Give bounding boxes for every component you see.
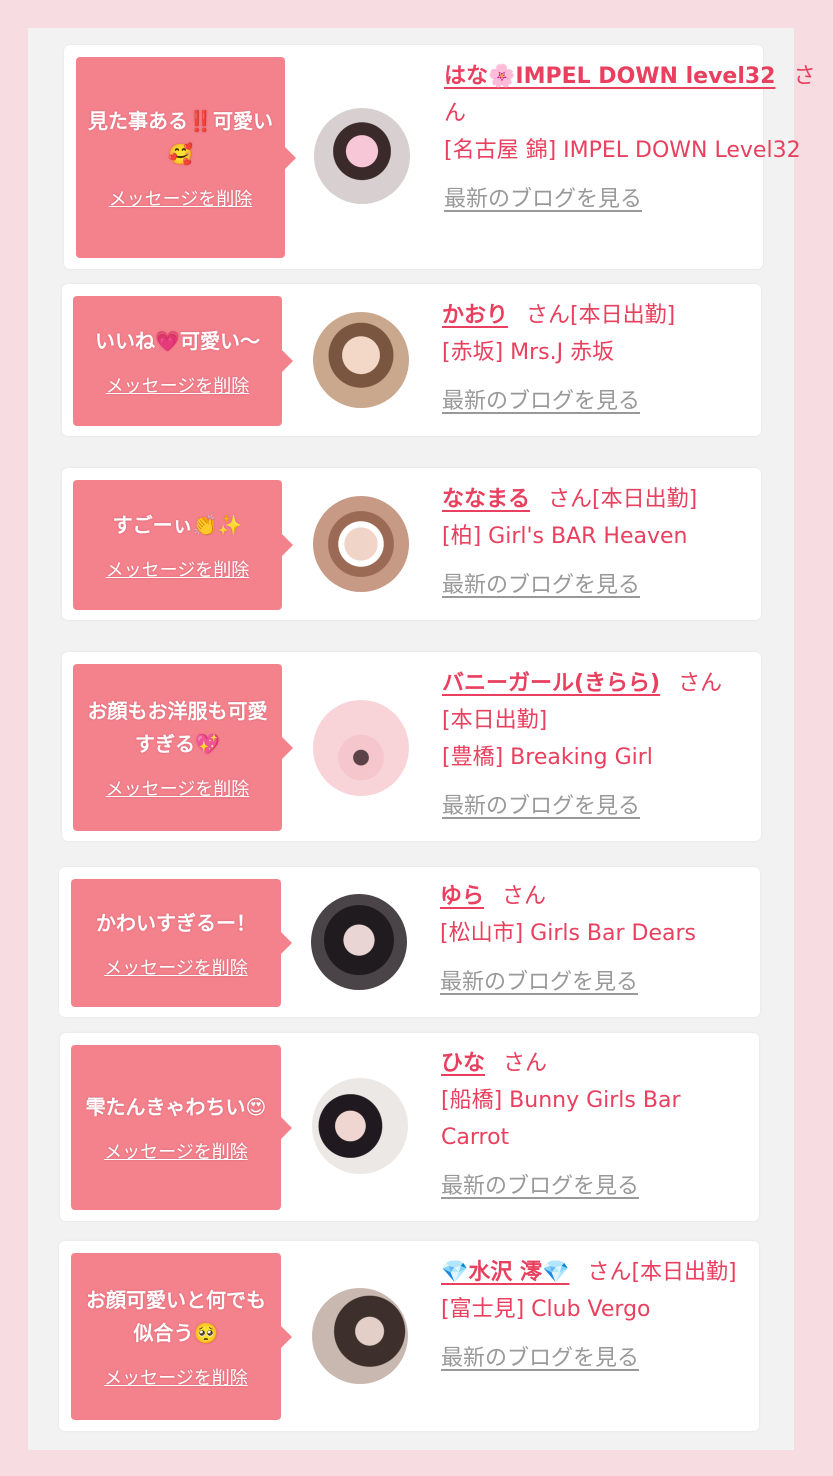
avatar[interactable]: [313, 312, 409, 408]
message-text: お顔可愛いと何でも似合う🥺: [86, 1287, 266, 1345]
message-bubble: かわいすぎるー！ メッセージを削除: [71, 879, 292, 1007]
delete-message-link[interactable]: メッセージを削除: [109, 185, 253, 211]
cast-name-link[interactable]: ゆら: [440, 884, 484, 909]
honorific: さん: [502, 884, 547, 909]
message-text: すごーぃ👏✨: [112, 512, 243, 537]
message-text: 雫たんきゃわちい😍: [85, 1095, 267, 1119]
message-text: 見た事ある‼️可愛い🥰: [88, 108, 273, 166]
message-bubble: 雫たんきゃわちい😍 メッセージを削除: [71, 1045, 292, 1210]
honorific: さん: [548, 487, 593, 512]
store-name: [豊橋] Breaking Girl: [442, 745, 653, 770]
avatar[interactable]: [312, 1288, 408, 1384]
cast-info: ななまる さん[本日出勤] [柏] Girl's BAR Heaven 最新のブロ…: [442, 481, 819, 604]
message-text: お顔もお洋服も可愛すぎる💖: [87, 698, 268, 756]
honorific: さん: [678, 671, 723, 696]
delete-message-link[interactable]: メッセージを削除: [106, 372, 250, 398]
cast-name-link[interactable]: はな🌸IMPEL DOWN level32: [444, 64, 775, 89]
avatar[interactable]: [313, 496, 409, 592]
honorific: さん: [526, 303, 571, 328]
status-badge: [本日出勤]: [631, 1260, 737, 1285]
cast-name-link[interactable]: ななまる: [442, 487, 530, 512]
latest-blog-link[interactable]: 最新のブログを見る: [441, 1168, 639, 1205]
cast-info: ひな さん [船橋] Bunny Girls Bar Carrot 最新のブログを…: [441, 1045, 819, 1205]
honorific: さん: [587, 1260, 632, 1285]
message-bubble: すごーぃ👏✨ メッセージを削除: [73, 480, 293, 610]
delete-message-link[interactable]: メッセージを削除: [104, 1364, 248, 1390]
cast-info: はな🌸IMPEL DOWN level32 さん [名古屋 錦] IMPEL DO…: [444, 58, 819, 218]
honorific: さん: [503, 1051, 548, 1076]
delete-message-link[interactable]: メッセージを削除: [104, 1138, 248, 1164]
delete-message-link[interactable]: メッセージを削除: [106, 556, 250, 582]
cast-name-link[interactable]: 💎水沢 澪💎: [441, 1260, 569, 1285]
cast-info: 💎水沢 澪💎 さん[本日出勤] [富士見] Club Vergo 最新のブログを見…: [441, 1254, 741, 1377]
store-name: [名古屋 錦] IMPEL DOWN Level32: [444, 138, 801, 163]
latest-blog-link[interactable]: 最新のブログを見る: [441, 1340, 639, 1377]
status-badge: [本日出勤]: [592, 487, 698, 512]
avatar[interactable]: [311, 894, 407, 990]
avatar[interactable]: [313, 700, 409, 796]
cast-name-link[interactable]: バニーガール(きらら): [442, 671, 660, 696]
cast-info: バニーガール(きらら) さん [本日出勤] [豊橋] Breaking Girl 最…: [442, 665, 732, 825]
latest-blog-link[interactable]: 最新のブログを見る: [444, 181, 642, 218]
cast-name-link[interactable]: ひな: [441, 1051, 485, 1076]
avatar[interactable]: [314, 108, 410, 204]
store-name: [柏] Girl's BAR Heaven: [442, 524, 688, 549]
latest-blog-link[interactable]: 最新のブログを見る: [442, 788, 640, 825]
message-bubble: 見た事ある‼️可愛い🥰 メッセージを削除: [76, 57, 296, 258]
cast-info: かおり さん[本日出勤] [赤坂] Mrs.J 赤坂 最新のブログを見る: [442, 297, 819, 420]
avatar[interactable]: [312, 1078, 408, 1174]
message-text: いいね💗可愛い〜: [95, 328, 260, 353]
delete-message-link[interactable]: メッセージを削除: [106, 775, 250, 801]
message-bubble: お顔可愛いと何でも似合う🥺 メッセージを削除: [71, 1253, 292, 1420]
cast-info: ゆら さん [松山市] Girls Bar Dears 最新のブログを見る: [440, 878, 819, 1001]
status-badge: [本日出勤]: [442, 708, 548, 733]
message-bubble: お顔もお洋服も可愛すぎる💖 メッセージを削除: [73, 664, 293, 831]
delete-message-link[interactable]: メッセージを削除: [104, 954, 248, 980]
message-text: かわいすぎるー！: [96, 910, 256, 935]
status-badge: [本日出勤]: [570, 303, 676, 328]
latest-blog-link[interactable]: 最新のブログを見る: [442, 567, 640, 604]
latest-blog-link[interactable]: 最新のブログを見る: [440, 964, 638, 1001]
store-name: [松山市] Girls Bar Dears: [440, 921, 697, 946]
message-bubble: いいね💗可愛い〜 メッセージを削除: [73, 296, 293, 426]
latest-blog-link[interactable]: 最新のブログを見る: [442, 383, 640, 420]
store-name: [富士見] Club Vergo: [441, 1297, 651, 1322]
store-name: [赤坂] Mrs.J 赤坂: [442, 340, 615, 365]
cast-name-link[interactable]: かおり: [442, 303, 508, 328]
store-name: [船橋] Bunny Girls Bar Carrot: [441, 1088, 681, 1150]
